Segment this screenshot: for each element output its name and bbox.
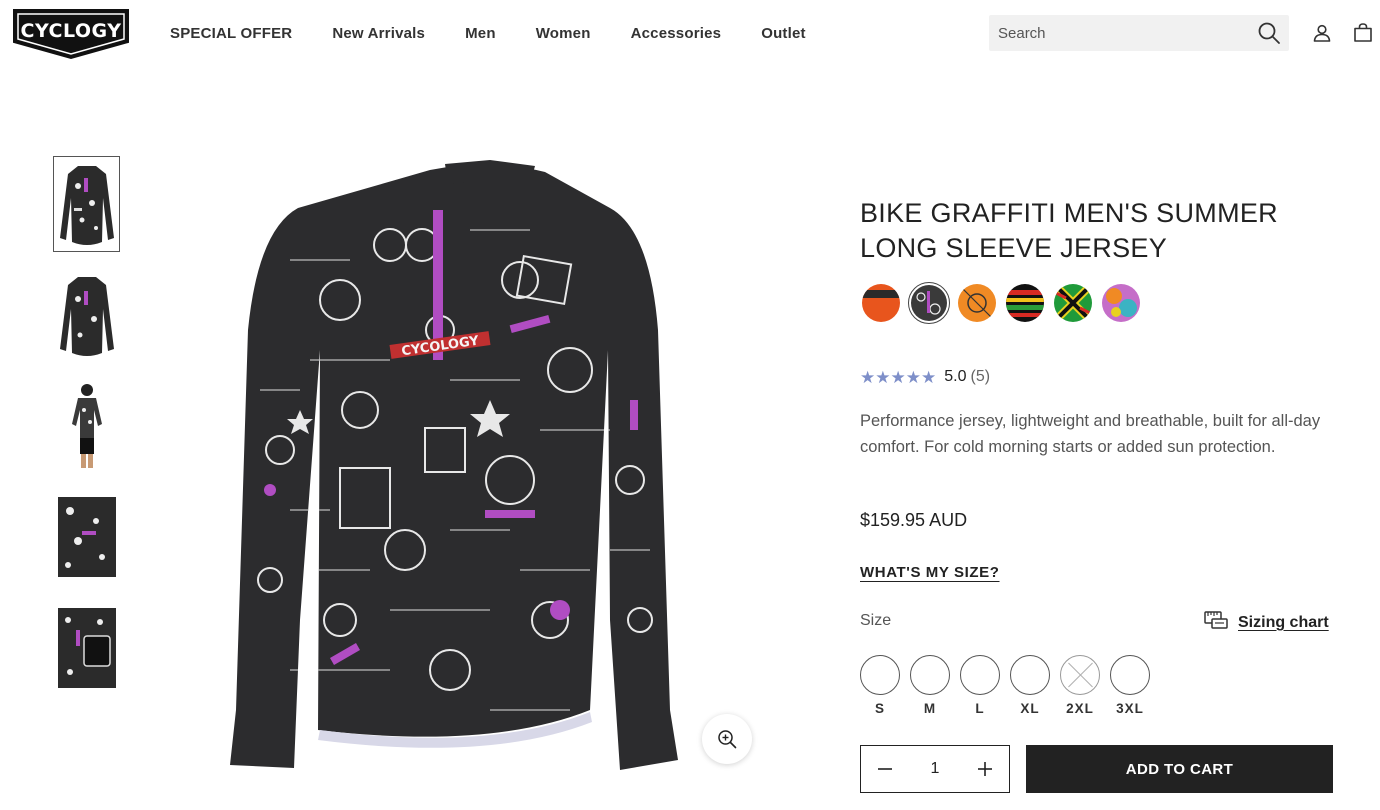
product-title: BIKE GRAFFITI MEN'S SUMMER LONG SLEEVE J… xyxy=(860,198,1278,263)
size-radio[interactable] xyxy=(860,655,900,695)
size-radio[interactable] xyxy=(910,655,950,695)
account-icon[interactable] xyxy=(1310,21,1334,45)
zoom-in-icon[interactable] xyxy=(702,714,752,764)
thumbnail-list xyxy=(53,156,120,711)
main-nav: SPECIAL OFFER New Arrivals Men Women Acc… xyxy=(150,21,826,45)
logo-text: CYCLOGY xyxy=(21,20,122,42)
size-radio[interactable] xyxy=(1010,655,1050,695)
sizing-chart-link[interactable]: Sizing chart xyxy=(1204,610,1329,635)
star-icon: ★ xyxy=(890,367,906,387)
ruler-icon xyxy=(1204,610,1228,635)
search-input[interactable] xyxy=(989,15,1244,51)
product-rating[interactable]: ★ ★ ★ ★ ★ 5.0 (5) xyxy=(860,366,990,388)
size-option-label: M xyxy=(923,701,937,716)
plus-icon[interactable] xyxy=(961,746,1009,792)
size-option-s[interactable]: S xyxy=(860,655,900,716)
product-description: Performance jersey, lightweight and brea… xyxy=(860,412,1321,456)
whats-my-size-link[interactable]: WHAT'S MY SIZE? xyxy=(860,564,1000,581)
search-box xyxy=(989,15,1289,51)
thumbnail-jersey-back-pocket[interactable] xyxy=(53,600,120,696)
star-icon: ★ xyxy=(905,367,921,387)
nav-women[interactable]: Women xyxy=(536,25,591,42)
cycology-logo[interactable]: CYCLOGY xyxy=(12,6,130,60)
size-radio-sold-out[interactable] xyxy=(1060,655,1100,695)
cart-icon[interactable] xyxy=(1351,21,1375,45)
rating-value: 5.0 xyxy=(944,368,967,385)
nav-outlet[interactable]: Outlet xyxy=(761,25,806,42)
size-option-label: L xyxy=(975,701,985,716)
rating-stars: ★ ★ ★ ★ ★ xyxy=(860,369,936,386)
size-option-2xl[interactable]: 2XL xyxy=(1060,655,1100,716)
thumbnail-rider-wearing-jersey[interactable] xyxy=(53,378,120,474)
size-radio[interactable] xyxy=(1110,655,1150,695)
size-radio[interactable] xyxy=(960,655,1000,695)
add-to-cart-button[interactable]: ADD TO CART xyxy=(1026,745,1333,793)
size-option-label: XL xyxy=(1020,701,1040,716)
size-option-l[interactable]: L xyxy=(960,655,1000,716)
size-option-label: 3XL xyxy=(1116,701,1144,716)
color-swatches xyxy=(860,282,1148,324)
star-icon: ★ xyxy=(875,367,891,387)
star-icon: ★ xyxy=(921,367,937,387)
nav-new-arrivals[interactable]: New Arrivals xyxy=(332,25,425,42)
size-option-3xl[interactable]: 3XL xyxy=(1110,655,1150,716)
star-icon: ★ xyxy=(860,367,876,387)
size-option-m[interactable]: M xyxy=(910,655,950,716)
swatch-bike-graffiti[interactable] xyxy=(908,282,950,324)
thumbnail-jersey-front[interactable] xyxy=(53,156,120,252)
product-price: $159.95 AUD xyxy=(860,510,968,530)
site-header: CYCLOGY SPECIAL OFFER New Arrivals Men W… xyxy=(0,0,1380,66)
thumbnail-jersey-front-2[interactable] xyxy=(53,267,120,363)
product-main-image[interactable]: CYCOLOGY xyxy=(190,150,790,790)
quantity-stepper xyxy=(860,745,1010,793)
thumbnail-jersey-detail[interactable] xyxy=(53,489,120,585)
swatch-stripes[interactable] xyxy=(1004,282,1046,324)
swatch-tie-dye[interactable] xyxy=(1100,282,1142,324)
search-icon[interactable] xyxy=(1257,21,1281,45)
nav-men[interactable]: Men xyxy=(465,25,496,42)
swatch-orange-black[interactable] xyxy=(860,282,902,324)
sizing-chart-label: Sizing chart xyxy=(1238,613,1329,631)
nav-accessories[interactable]: Accessories xyxy=(631,25,722,42)
size-option-label: S xyxy=(874,701,885,716)
rating-count: (5) xyxy=(970,368,991,385)
nav-special-offer[interactable]: SPECIAL OFFER xyxy=(170,25,292,42)
size-label: Size xyxy=(860,612,892,629)
size-option-xl[interactable]: XL xyxy=(1010,655,1050,716)
swatch-zebra-flag[interactable] xyxy=(1052,282,1094,324)
quantity-input[interactable] xyxy=(910,760,960,778)
swatch-orange-pattern[interactable] xyxy=(956,282,998,324)
size-option-label: 2XL xyxy=(1066,701,1094,716)
size-options: S M L XL 2XL 3XL xyxy=(860,655,1160,716)
minus-icon[interactable] xyxy=(861,746,909,792)
